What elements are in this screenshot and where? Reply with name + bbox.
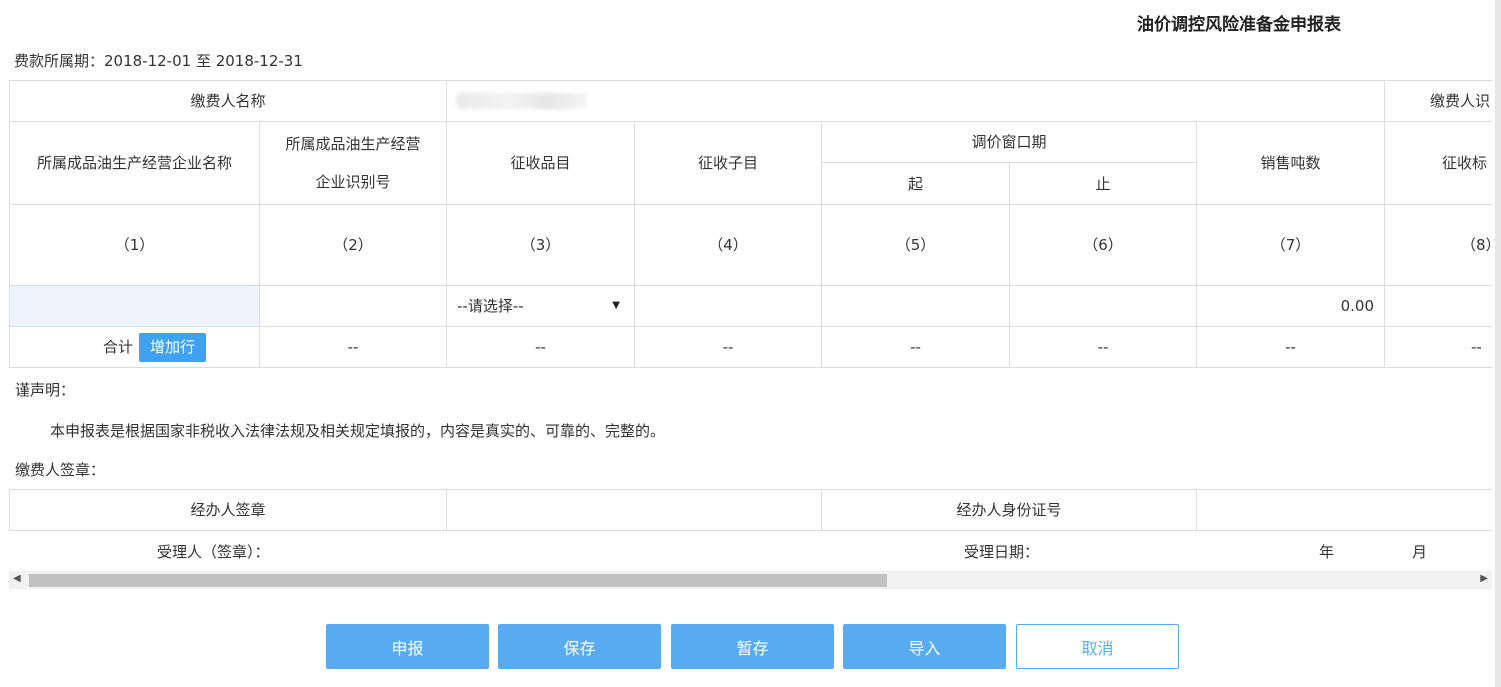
col-number-2: （2） — [259, 204, 447, 286]
col-number-1: （1） — [9, 204, 260, 286]
declaration-heading: 谨声明： — [15, 381, 76, 399]
company-name-input[interactable] — [9, 285, 260, 327]
col-number-6: （6） — [1009, 204, 1197, 286]
levy-item-select-value: --请选择-- — [457, 297, 524, 315]
levy-subitem-input[interactable] — [634, 285, 822, 327]
scroll-left-icon[interactable]: ◀ — [13, 573, 21, 584]
window-end-input[interactable] — [1009, 285, 1197, 327]
vertical-scrollbar[interactable] — [1495, 0, 1501, 687]
draft-button[interactable]: 暂存 — [671, 624, 834, 669]
handler-seal-label: 经办人签章 — [9, 489, 447, 531]
page-title: 油价调控风险准备金申报表 — [1137, 15, 1341, 35]
header-company-id-line1: 所属成品油生产经营 — [285, 135, 421, 153]
payer-name-label: 缴费人名称 — [9, 80, 447, 122]
company-id-input[interactable] — [259, 285, 447, 327]
total-col-5: -- — [821, 326, 1010, 368]
header-levy-standard: 征收标 — [1384, 121, 1492, 205]
sales-tons-input[interactable]: 0.00 — [1196, 285, 1385, 327]
col-number-5: （5） — [821, 204, 1010, 286]
col-number-7: （7） — [1196, 204, 1385, 286]
col-number-3: （3） — [446, 204, 635, 286]
header-company-name: 所属成品油生产经营企业名称 — [9, 121, 260, 205]
save-button[interactable]: 保存 — [498, 624, 661, 669]
col-number-8: （8） — [1384, 204, 1492, 286]
header-window-end: 止 — [1009, 162, 1197, 205]
declaration-form-table: 缴费人名称 缴费人识 所属成品油生产经营企业名称 所属成品油生产经营 企业识别号… — [9, 80, 1492, 570]
total-label: 合计 — [102, 338, 133, 356]
total-col-2: -- — [259, 326, 447, 368]
redacted-payer-name — [457, 93, 587, 109]
cancel-button[interactable]: 取消 — [1016, 624, 1179, 669]
header-company-id-line2: 企业识别号 — [315, 173, 391, 191]
submit-button[interactable]: 申报 — [326, 624, 489, 669]
col-number-4: （4） — [634, 204, 822, 286]
payer-name-value — [446, 80, 1385, 122]
dropdown-arrow-icon: ▼ — [612, 300, 620, 311]
payer-seal-label: 缴费人签章： — [15, 461, 106, 479]
handler-id-label: 经办人身份证号 — [821, 489, 1197, 531]
handler-seal-input[interactable] — [446, 489, 822, 531]
scroll-right-icon[interactable]: ▶ — [1480, 573, 1488, 584]
year-label: 年 — [1319, 543, 1335, 561]
total-col-8: -- — [1384, 326, 1492, 368]
header-price-window: 调价窗口期 — [821, 121, 1197, 163]
receive-date-label: 受理日期： — [964, 543, 1040, 561]
payer-id-label: 缴费人识 — [1384, 80, 1492, 122]
receiver-label: 受理人（签章）： — [157, 543, 270, 561]
import-button[interactable]: 导入 — [843, 624, 1006, 669]
scrollbar-thumb[interactable] — [29, 574, 887, 587]
fee-period: 费款所属期：2018-12-01 至 2018-12-31 — [14, 52, 303, 70]
total-col-7: -- — [1196, 326, 1385, 368]
add-row-button[interactable]: 增加行 — [139, 332, 207, 362]
window-start-input[interactable] — [821, 285, 1010, 327]
total-col-6: -- — [1009, 326, 1197, 368]
total-col-3: -- — [446, 326, 635, 368]
form-table-viewport: 缴费人名称 缴费人识 所属成品油生产经营企业名称 所属成品油生产经营 企业识别号… — [9, 80, 1492, 570]
header-sales-tons: 销售吨数 — [1196, 121, 1385, 205]
declaration-body: 本申报表是根据国家非税收入法律法规及相关规定填报的，内容是真实的、可靠的、完整的… — [50, 422, 666, 440]
header-company-id: 所属成品油生产经营 企业识别号 — [259, 121, 447, 205]
horizontal-scrollbar[interactable]: ◀ ▶ — [9, 571, 1492, 589]
header-window-start: 起 — [821, 162, 1010, 205]
header-levy-item: 征收品目 — [446, 121, 635, 205]
levy-item-select[interactable]: --请选择-- ▼ — [446, 285, 635, 327]
total-row-label-cell: 合计 增加行 — [9, 326, 260, 368]
handler-id-input[interactable] — [1196, 489, 1492, 531]
levy-standard-input[interactable] — [1384, 285, 1492, 327]
total-col-4: -- — [634, 326, 822, 368]
header-levy-subitem: 征收子目 — [634, 121, 822, 205]
month-label: 月 — [1412, 543, 1428, 561]
